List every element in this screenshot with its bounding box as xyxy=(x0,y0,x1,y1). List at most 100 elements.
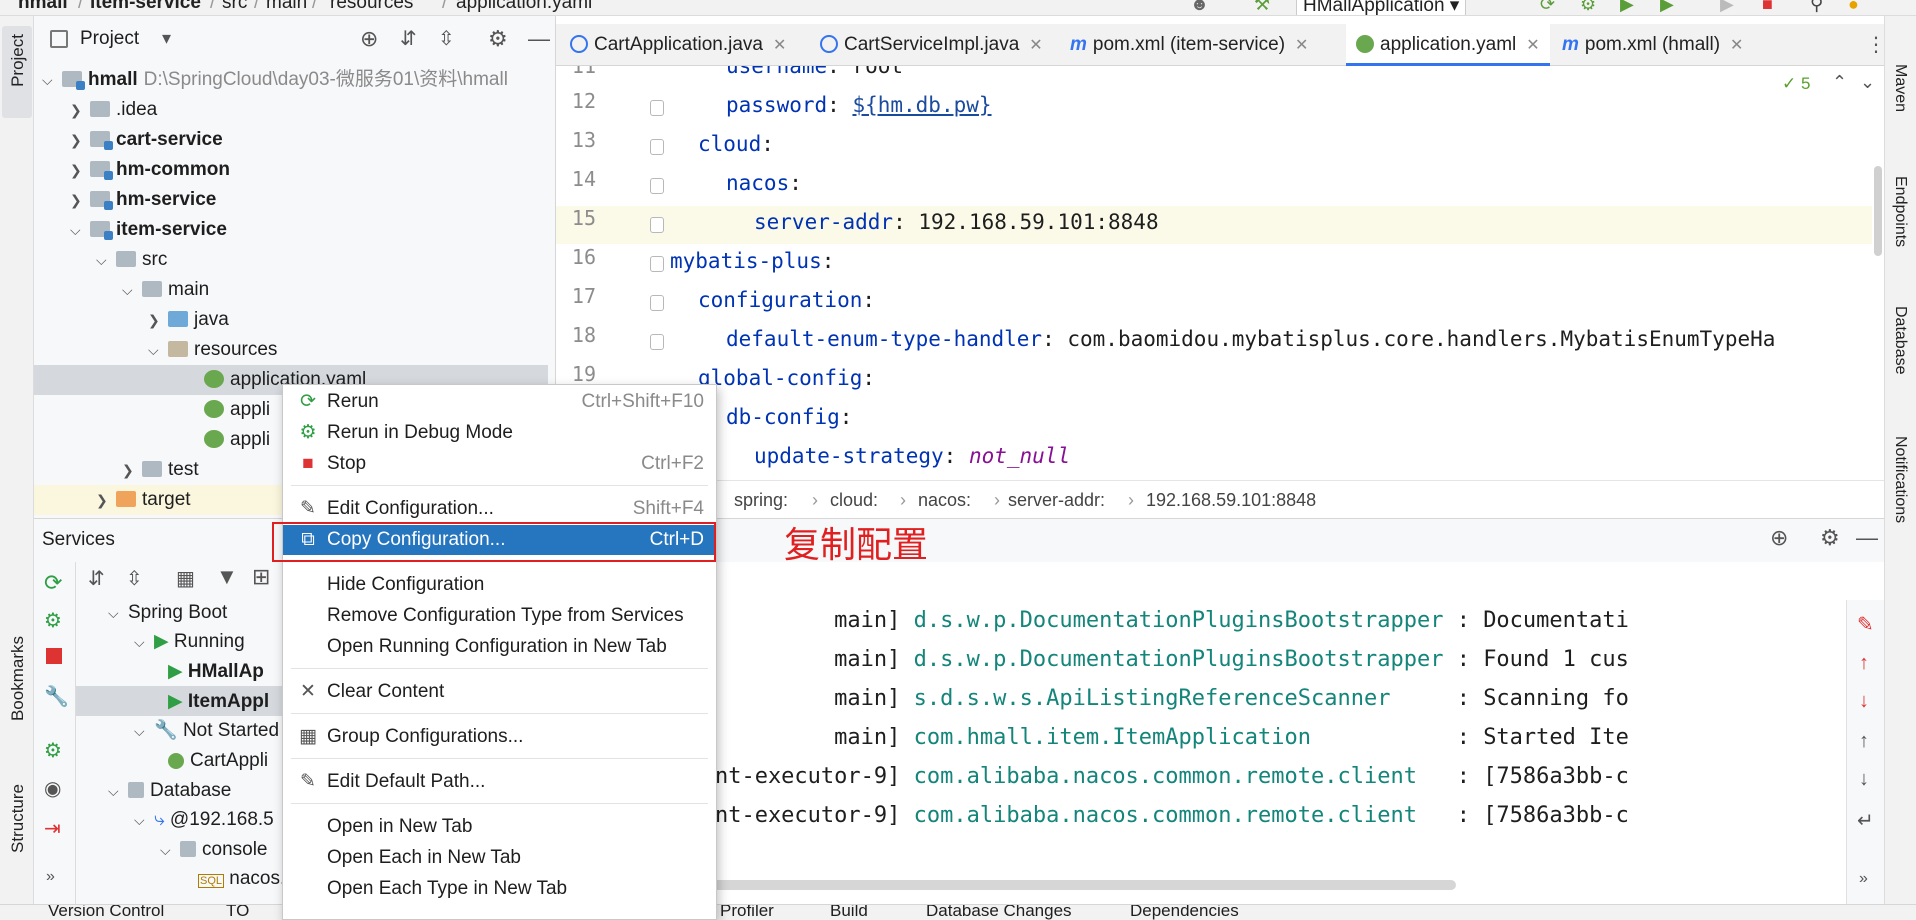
chevron-down-icon[interactable]: ⌵ xyxy=(70,215,90,245)
close-icon[interactable]: ✕ xyxy=(1295,37,1308,54)
breadcrumb-value[interactable]: 192.168.59.101:8848 xyxy=(1146,490,1316,511)
service-node-datasource[interactable]: ⌵ ⤷ @192.168.5 xyxy=(134,805,274,835)
more-tabs-icon[interactable]: ⋮ xyxy=(1866,32,1886,57)
locate-icon[interactable]: ⊕ xyxy=(360,26,378,52)
stop-icon[interactable] xyxy=(46,648,62,664)
chevron-down-icon[interactable]: ⌵ xyxy=(134,805,154,835)
menu-item-open-running-config[interactable]: Open Running Configuration in New Tab xyxy=(283,632,716,662)
rerun-icon[interactable]: ⟳ xyxy=(44,570,62,596)
fold-marker[interactable] xyxy=(650,295,664,311)
scroll-up-icon[interactable]: ↑ xyxy=(1859,730,1869,753)
chevron-down-icon[interactable]: ⌵ xyxy=(122,275,142,305)
tree-node-hm-service[interactable]: ❯ hm-service xyxy=(70,185,216,215)
menu-item-edit-default-path[interactable]: ✎ Edit Default Path... xyxy=(283,767,716,797)
tree-node-hmall[interactable]: ⌵ hmall D:\SpringCloud\day03-微服务01\资料\hmal… xyxy=(42,65,508,95)
chevron-right-icon[interactable]: ❯ xyxy=(122,455,142,485)
nav-crumb-project[interactable]: hmall xyxy=(18,0,68,14)
run-console[interactable]: 1640 --- [ main] d.s.w.p.DocumentationPl… xyxy=(556,600,1846,904)
soft-wrap-icon[interactable]: ↵ xyxy=(1857,808,1874,833)
chevron-down-icon[interactable]: ⌵ xyxy=(42,65,62,95)
menu-item-remove-config-type[interactable]: Remove Configuration Type from Services xyxy=(283,601,716,631)
maven-tool-label[interactable]: Maven xyxy=(1891,64,1909,112)
gear-icon[interactable]: ⚙ xyxy=(488,26,508,52)
filter-icon[interactable]: ▼ xyxy=(216,564,238,590)
run-icon[interactable]: ▶ xyxy=(1720,0,1734,15)
tab-pom-item-service[interactable]: m pom.xml (item-service) ✕ xyxy=(1070,24,1308,66)
tree-node-test[interactable]: ❯ test xyxy=(122,455,199,485)
close-icon[interactable]: ✕ xyxy=(1730,37,1743,54)
nav-crumb-main[interactable]: main xyxy=(266,0,307,14)
nav-crumb-resources[interactable]: resources xyxy=(330,0,413,14)
group-by-icon[interactable]: ▦ xyxy=(176,566,195,591)
tree-node-hm-common[interactable]: ❯ hm-common xyxy=(70,155,230,185)
chevron-down-icon[interactable]: ▾ xyxy=(162,28,171,49)
service-node-spring-boot[interactable]: ⌵ Spring Boot xyxy=(108,598,227,628)
menu-item-clear-content[interactable]: ✕ Clear Content xyxy=(283,677,716,707)
close-icon[interactable]: ✕ xyxy=(1029,37,1042,54)
expand-all-icon[interactable]: ⇵ xyxy=(88,566,105,591)
clear-console-icon[interactable]: ✎ xyxy=(1857,612,1874,637)
exit-icon[interactable]: ⇥ xyxy=(44,816,61,841)
more-icon[interactable]: » xyxy=(1859,870,1868,888)
tree-node-resources[interactable]: ⌵ resources xyxy=(148,335,277,365)
console-horizontal-scrollbar[interactable] xyxy=(706,880,1456,890)
fold-marker[interactable] xyxy=(650,139,664,155)
menu-item-stop[interactable]: ■ Stop Ctrl+F2 xyxy=(283,449,716,479)
camera-icon[interactable]: ◉ xyxy=(44,776,61,801)
wrench-icon[interactable]: 🔧 xyxy=(44,684,69,709)
attach-debugger-icon[interactable]: ⚙ xyxy=(44,738,62,763)
service-node-running[interactable]: ⌵ ▶ Running xyxy=(134,627,245,657)
tree-node-java[interactable]: ❯ java xyxy=(148,305,229,335)
editor-scrollbar[interactable] xyxy=(1874,166,1882,256)
debug-icon[interactable]: ⚙ xyxy=(44,608,62,633)
endpoints-tool-label[interactable]: Endpoints xyxy=(1891,176,1909,247)
fold-marker[interactable] xyxy=(650,256,664,272)
notifications-tool-label[interactable]: Notifications xyxy=(1891,436,1909,523)
breadcrumb-spring[interactable]: spring: xyxy=(734,490,788,511)
menu-item-copy-configuration[interactable]: ⧉ Copy Configuration... Ctrl+D xyxy=(283,525,716,555)
tree-node-yaml-3[interactable]: appli xyxy=(204,425,270,455)
tool-dependencies[interactable]: Dependencies xyxy=(1130,905,1239,920)
fold-marker[interactable] xyxy=(650,334,664,350)
service-node-item-app[interactable]: ▶ ItemAppl xyxy=(168,687,269,717)
nav-crumb-file[interactable]: application.yaml xyxy=(456,0,592,14)
project-view-title[interactable]: Project xyxy=(80,28,139,50)
tree-node-main[interactable]: ⌵ main xyxy=(122,275,209,305)
update-icon[interactable]: ● xyxy=(1848,0,1859,15)
chevron-down-icon[interactable]: ⌵ xyxy=(108,776,128,806)
build-hammer-icon[interactable]: ⚒ xyxy=(1254,0,1270,15)
structure-tool-label[interactable]: Structure xyxy=(8,784,28,853)
code-editor[interactable]: ✓ 5 ⌃ ⌄ 11 12 13 14 15 16 17 18 19 usern… xyxy=(556,66,1884,480)
close-icon[interactable]: ✕ xyxy=(773,37,786,54)
gear-icon[interactable]: ⚙ xyxy=(1820,525,1840,551)
menu-item-edit-configuration[interactable]: ✎ Edit Configuration... Shift+F4 xyxy=(283,494,716,524)
menu-item-hide-configuration[interactable]: Hide Configuration xyxy=(283,570,716,600)
scroll-down-icon[interactable]: ↓ xyxy=(1859,768,1869,791)
service-node-not-started[interactable]: ⌵ 🔧 Not Started xyxy=(134,716,279,746)
menu-item-open-in-new-tab[interactable]: Open in New Tab xyxy=(283,812,716,842)
breadcrumb-nacos[interactable]: nacos: xyxy=(918,490,971,511)
tab-pom-hmall[interactable]: m pom.xml (hmall) ✕ xyxy=(1562,24,1743,66)
tool-build[interactable]: Build xyxy=(830,905,868,920)
service-node-cart-app[interactable]: CartAppli xyxy=(168,746,268,776)
chevron-right-icon[interactable]: ❯ xyxy=(70,155,90,185)
chevron-up-icon[interactable]: ⌃ xyxy=(1832,72,1847,93)
menu-item-rerun[interactable]: ⟳ Rerun Ctrl+Shift+F10 xyxy=(283,387,716,417)
service-node-hmall-app[interactable]: ▶ HMallAp xyxy=(168,657,264,687)
tree-node-src[interactable]: ⌵ src xyxy=(96,245,167,275)
menu-item-group-configurations[interactable]: ▦ Group Configurations... xyxy=(283,722,716,752)
search-icon[interactable]: ⚲ xyxy=(1810,0,1823,15)
tool-todo[interactable]: TO xyxy=(226,905,249,920)
chevron-down-icon[interactable]: ⌵ xyxy=(134,627,154,657)
fold-marker[interactable] xyxy=(650,217,664,233)
chevron-down-icon[interactable]: ⌵ xyxy=(96,245,116,275)
stop-icon[interactable]: ■ xyxy=(1762,0,1773,15)
user-icon[interactable]: ☻ xyxy=(1190,0,1209,15)
service-node-console[interactable]: ⌵ console xyxy=(160,835,268,865)
chevron-down-icon[interactable]: ⌵ xyxy=(134,716,154,746)
tree-node-target[interactable]: ❯ target xyxy=(96,485,191,515)
tab-cart-service-impl[interactable]: CartServiceImpl.java ✕ xyxy=(820,24,1043,66)
tab-application-yaml[interactable]: application.yaml ✕ xyxy=(1346,24,1550,66)
collapse-all-icon[interactable]: ⇳ xyxy=(438,26,455,51)
minimize-icon[interactable]: — xyxy=(528,26,550,52)
